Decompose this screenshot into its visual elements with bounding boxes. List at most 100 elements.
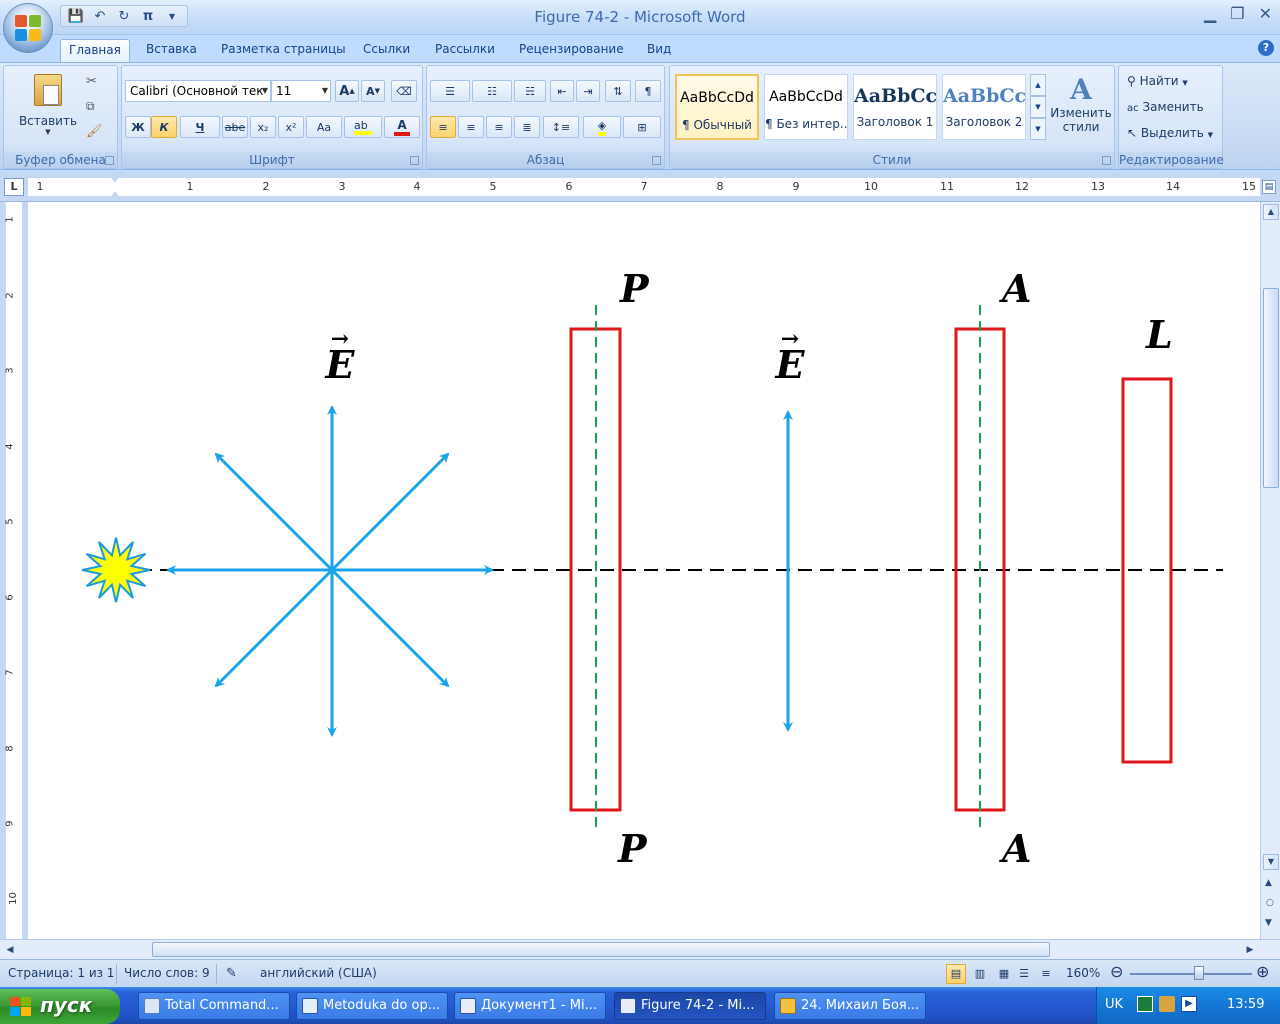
clear-formatting-button[interactable]: ⌫ [391, 80, 417, 102]
minimize-icon[interactable]: ▁ [1204, 4, 1216, 23]
tab-view[interactable]: Вид [639, 39, 679, 62]
scroll-up-icon[interactable]: ▲ [1030, 74, 1046, 96]
font-family-select[interactable]: Calibri (Основной тек ▼ [125, 80, 271, 102]
sort-button[interactable]: ⇅ [605, 80, 631, 102]
shrink-font-button[interactable]: A ▼ [361, 80, 385, 102]
line-spacing-button[interactable]: ↕≡ [543, 116, 579, 138]
format-painter-icon[interactable]: 🖌 [86, 124, 103, 139]
tab-home[interactable]: Главная [60, 39, 130, 62]
paragraph-launcher-icon[interactable] [652, 156, 661, 165]
decrease-indent-button[interactable]: ⇤ [550, 80, 574, 102]
tab-mailings[interactable]: Рассылки [427, 39, 503, 62]
subscript-button[interactable]: x₂ [250, 116, 276, 138]
font-color-button[interactable]: A [384, 116, 420, 138]
tray-app-icon[interactable] [1159, 996, 1175, 1012]
scrollbar-thumb[interactable] [1263, 288, 1279, 488]
zoom-level[interactable]: 160% [1066, 966, 1100, 980]
close-icon[interactable]: ✕ [1259, 4, 1272, 23]
maximize-icon[interactable]: ❐ [1230, 4, 1244, 23]
bullets-button[interactable]: ☰ [430, 80, 470, 102]
browse-object-icon[interactable]: ○ [1266, 898, 1274, 908]
scroll-left-icon[interactable]: ◀ [2, 942, 18, 958]
outline-view-icon[interactable]: ☰ [1014, 964, 1034, 984]
play-tray-icon[interactable]: ▶ [1181, 996, 1197, 1012]
scroll-right-icon[interactable]: ▶ [1242, 942, 1258, 958]
multilevel-list-button[interactable]: ☵ [514, 80, 546, 102]
vertical-scrollbar[interactable]: ▲ ▼ ▲ ○ ▼ [1260, 202, 1280, 939]
tab-selector[interactable]: L [4, 178, 24, 196]
help-icon[interactable]: ? [1258, 40, 1274, 56]
full-screen-reading-icon[interactable]: ▥ [970, 964, 990, 984]
superscript-button[interactable]: x² [278, 116, 304, 138]
font-size-select[interactable]: 11 ▼ [271, 80, 331, 102]
style-heading-1[interactable]: AaBbCc Заголовок 1 [853, 74, 937, 140]
underline-button[interactable]: Ч [180, 116, 220, 138]
zoom-out-icon[interactable]: ⊖ [1110, 962, 1123, 981]
next-page-icon[interactable]: ▼ [1265, 918, 1272, 928]
show-marks-button[interactable]: ¶ [635, 80, 661, 102]
style-normal[interactable]: AaBbCcDd ¶ Обычный [675, 74, 759, 140]
find-button[interactable]: ⚲ Найти ▼ [1127, 74, 1188, 88]
align-center-button[interactable]: ≡ [458, 116, 484, 138]
indent-marker-icon[interactable] [110, 176, 120, 200]
zoom-slider[interactable] [1130, 973, 1252, 975]
italic-button[interactable]: К [151, 116, 177, 138]
taskbar-item-active[interactable]: Figure 74-2 - Mi... [614, 992, 766, 1020]
select-button[interactable]: ↖ Выделить ▼ [1127, 126, 1213, 140]
taskbar-item[interactable]: Документ1 - Mi... [454, 992, 606, 1020]
language-indicator[interactable]: английский (США) [260, 966, 377, 980]
justify-button[interactable]: ≣ [514, 116, 540, 138]
word-count[interactable]: Число слов: 9 [124, 966, 210, 980]
align-right-button[interactable]: ≡ [486, 116, 512, 138]
highlight-button[interactable]: ab [344, 116, 382, 138]
zoom-in-icon[interactable]: ⊕ [1256, 962, 1269, 981]
borders-button[interactable]: ⊞ [623, 116, 661, 138]
cut-icon[interactable]: ✂ [86, 74, 97, 89]
tab-references[interactable]: Ссылки [355, 39, 418, 62]
change-styles-button[interactable]: A Изменить стили [1048, 74, 1114, 152]
tab-insert[interactable]: Вставка [138, 39, 205, 62]
scroll-down-icon[interactable]: ▼ [1030, 96, 1046, 118]
proofing-icon[interactable]: ✎ [226, 966, 237, 981]
replace-button[interactable]: ac Заменить [1127, 100, 1204, 114]
vertical-ruler[interactable]: 1 2 3 4 5 6 7 8 9 10 [0, 202, 28, 939]
taskbar-item[interactable]: Total Command... [138, 992, 290, 1020]
taskbar-item[interactable]: 24. Михаил Боя... [774, 992, 926, 1020]
tab-review[interactable]: Рецензирование [511, 39, 632, 62]
excel-tray-icon[interactable] [1137, 996, 1153, 1012]
scrollbar-thumb[interactable] [152, 942, 1050, 957]
scroll-down-icon[interactable]: ▼ [1263, 854, 1279, 870]
numbering-button[interactable]: ☷ [472, 80, 512, 102]
office-button[interactable] [3, 3, 53, 53]
scroll-up-icon[interactable]: ▲ [1263, 204, 1279, 220]
change-case-button[interactable]: Aa [306, 116, 342, 138]
paste-button[interactable]: Вставить ▼ [10, 70, 86, 148]
increase-indent-button[interactable]: ⇥ [576, 80, 600, 102]
style-heading-2[interactable]: AaBbCc Заголовок 2 [942, 74, 1026, 140]
strikethrough-button[interactable]: abe [222, 116, 248, 138]
more-styles-icon[interactable]: ▼ [1030, 118, 1046, 140]
language-indicator[interactable]: UK [1105, 997, 1123, 1012]
bold-button[interactable]: Ж [125, 116, 151, 138]
grow-font-button[interactable]: A ▲ [335, 80, 359, 102]
shading-button[interactable]: ◈ [583, 116, 621, 138]
horizontal-scrollbar[interactable]: ◀ ▶ [0, 939, 1280, 959]
font-launcher-icon[interactable] [410, 156, 419, 165]
start-button[interactable]: пуск [0, 989, 120, 1024]
style-no-spacing[interactable]: AaBbCcDd ¶ Без интер... [764, 74, 848, 140]
zoom-slider-thumb[interactable] [1194, 966, 1204, 980]
clipboard-launcher-icon[interactable] [105, 156, 114, 165]
styles-launcher-icon[interactable] [1102, 156, 1111, 165]
view-ruler-icon[interactable]: ▤ [1262, 180, 1276, 194]
horizontal-ruler[interactable]: L 1 1 2 3 4 5 6 7 8 9 10 11 12 13 14 15 [0, 172, 1280, 202]
web-layout-icon[interactable]: ▦ [994, 964, 1014, 984]
align-left-button[interactable]: ≡ [430, 116, 456, 138]
document-page[interactable]: P P A A L → E → E [28, 202, 1260, 939]
draft-view-icon[interactable]: ≡ [1036, 964, 1056, 984]
taskbar-item[interactable]: Metoduka do op... [296, 992, 448, 1020]
print-layout-icon[interactable]: ▤ [946, 964, 966, 984]
previous-page-icon[interactable]: ▲ [1265, 878, 1272, 888]
page-count[interactable]: Страница: 1 из 1 [8, 966, 114, 980]
copy-icon[interactable]: ⧉ [86, 99, 95, 114]
tab-page-layout[interactable]: Разметка страницы [213, 39, 354, 62]
